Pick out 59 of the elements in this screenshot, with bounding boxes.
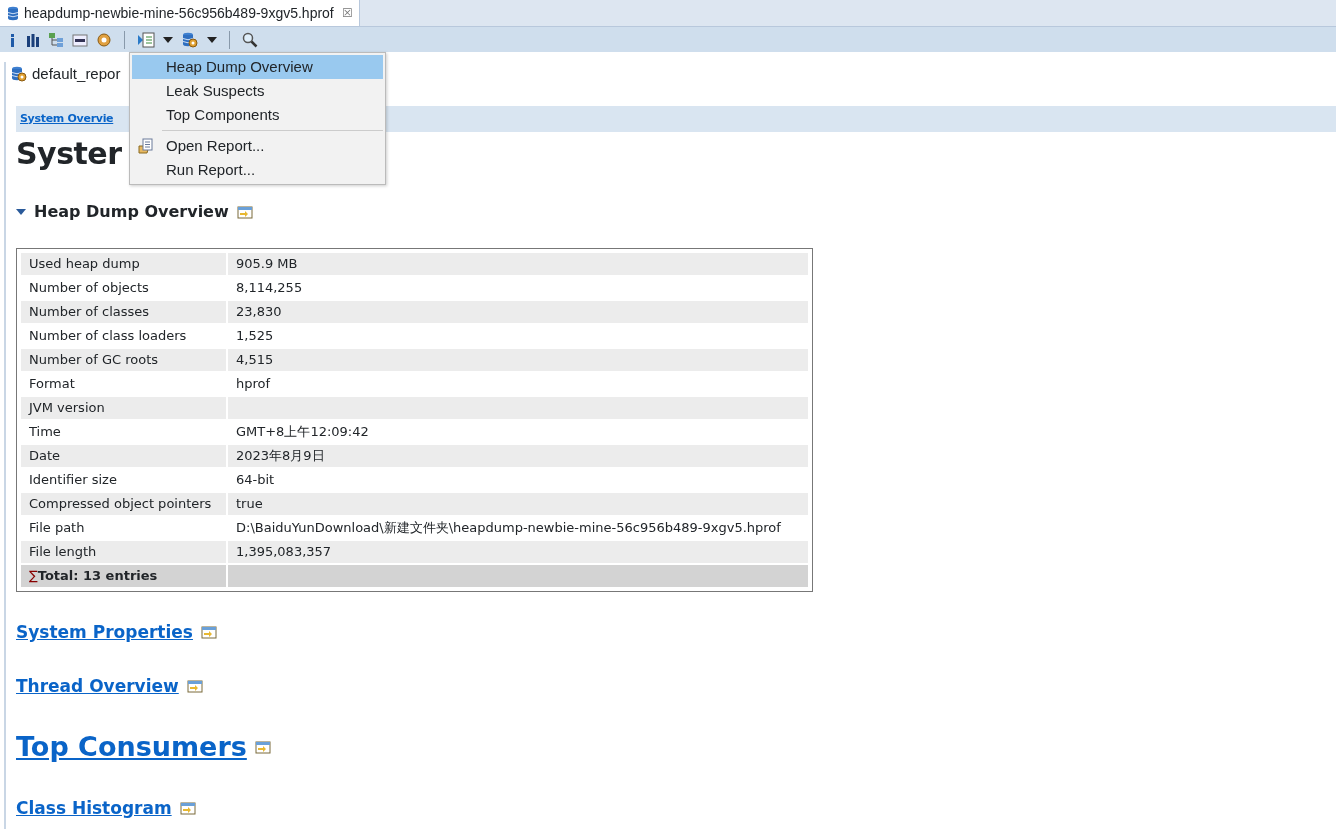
table-cell-text: 8,114,255 [235, 279, 304, 298]
close-icon[interactable]: ☒ [341, 4, 353, 22]
table-cell-text: 1,525 [235, 327, 275, 346]
section-link[interactable]: System Properties [16, 620, 193, 646]
page-title: Syster [16, 135, 122, 173]
table-cell-text: File path [28, 519, 86, 538]
menu-item[interactable]: Top Components [132, 103, 383, 127]
table-cell-text: Number of class loaders [28, 327, 188, 346]
database-icon [6, 5, 20, 21]
table-cell: 905.9 MB [228, 253, 808, 275]
table-cell: Used heap dump [21, 253, 226, 275]
sigma-icon: ∑ [29, 568, 38, 584]
table-cell-text: Number of objects [28, 279, 150, 298]
menu-item[interactable]: Leak Suspects [132, 79, 383, 103]
table-cell-text: D:\BaiduYunDownload\新建文件夹\heapdump-newbie-mine-56c956b489-9xgv5.hprof [235, 519, 782, 538]
bar-chart-icon[interactable] [26, 32, 40, 47]
table-cell: File length [21, 541, 226, 563]
total-label: Total: 13 entries [37, 568, 158, 584]
open-in-window-icon[interactable] [186, 678, 203, 694]
open-in-window-icon[interactable] [179, 800, 196, 816]
table-cell: Number of GC roots [21, 349, 226, 371]
table-cell-text: hprof [235, 375, 272, 394]
section-link[interactable]: Thread Overview [16, 673, 179, 699]
table-cell: JVM version [21, 397, 226, 419]
table-cell-text: Identifier size [28, 471, 118, 490]
open-in-window-icon[interactable] [254, 739, 271, 755]
section-link[interactable]: Top Consumers [16, 727, 247, 768]
query-icon[interactable] [72, 31, 88, 48]
table-cell: 4,515 [228, 349, 808, 371]
table-cell: 23,830 [228, 301, 808, 323]
database-gear-icon[interactable] [181, 30, 199, 49]
table-cell: 1,395,083,357 [228, 541, 808, 563]
table-cell: Date [21, 445, 226, 467]
open-in-window-icon[interactable] [236, 204, 253, 220]
report-icon [138, 138, 154, 154]
section-link[interactable]: Class Histogram [16, 795, 172, 821]
menu-item[interactable]: Open Report... [132, 134, 383, 158]
table-cell-text: 64-bit [235, 471, 276, 490]
caret-icon[interactable] [207, 35, 217, 44]
menu-item[interactable]: Heap Dump Overview [132, 55, 383, 79]
caret-icon[interactable] [163, 35, 173, 44]
table-cell-text: Time [28, 423, 62, 442]
table-cell-text: Format [28, 375, 76, 394]
table-cell: 2023年8月9日 [228, 445, 808, 467]
database-gear-icon [10, 65, 28, 83]
report-tab[interactable]: default_repor [6, 62, 121, 86]
editor-tab[interactable]: heapdump-newbie-mine-56c956b489-9xgv5.hprof ☒ [0, 0, 360, 26]
table-cell: true [228, 493, 808, 515]
menu-item[interactable]: Run Report... [132, 158, 383, 182]
report-icon[interactable] [137, 31, 155, 48]
table-cell-text: GMT+8上午12:09:42 [235, 423, 370, 442]
tree-icon[interactable] [48, 31, 64, 48]
search-icon[interactable] [242, 31, 258, 48]
table-cell: Number of classes [21, 301, 226, 323]
section-heading: Heap Dump Overview [34, 201, 229, 223]
open-in-window-icon[interactable] [200, 625, 217, 641]
collapse-icon[interactable] [16, 208, 26, 216]
breadcrumb-link[interactable]: System Overvie [20, 110, 114, 128]
table-cell: Compressed object pointers [21, 493, 226, 515]
